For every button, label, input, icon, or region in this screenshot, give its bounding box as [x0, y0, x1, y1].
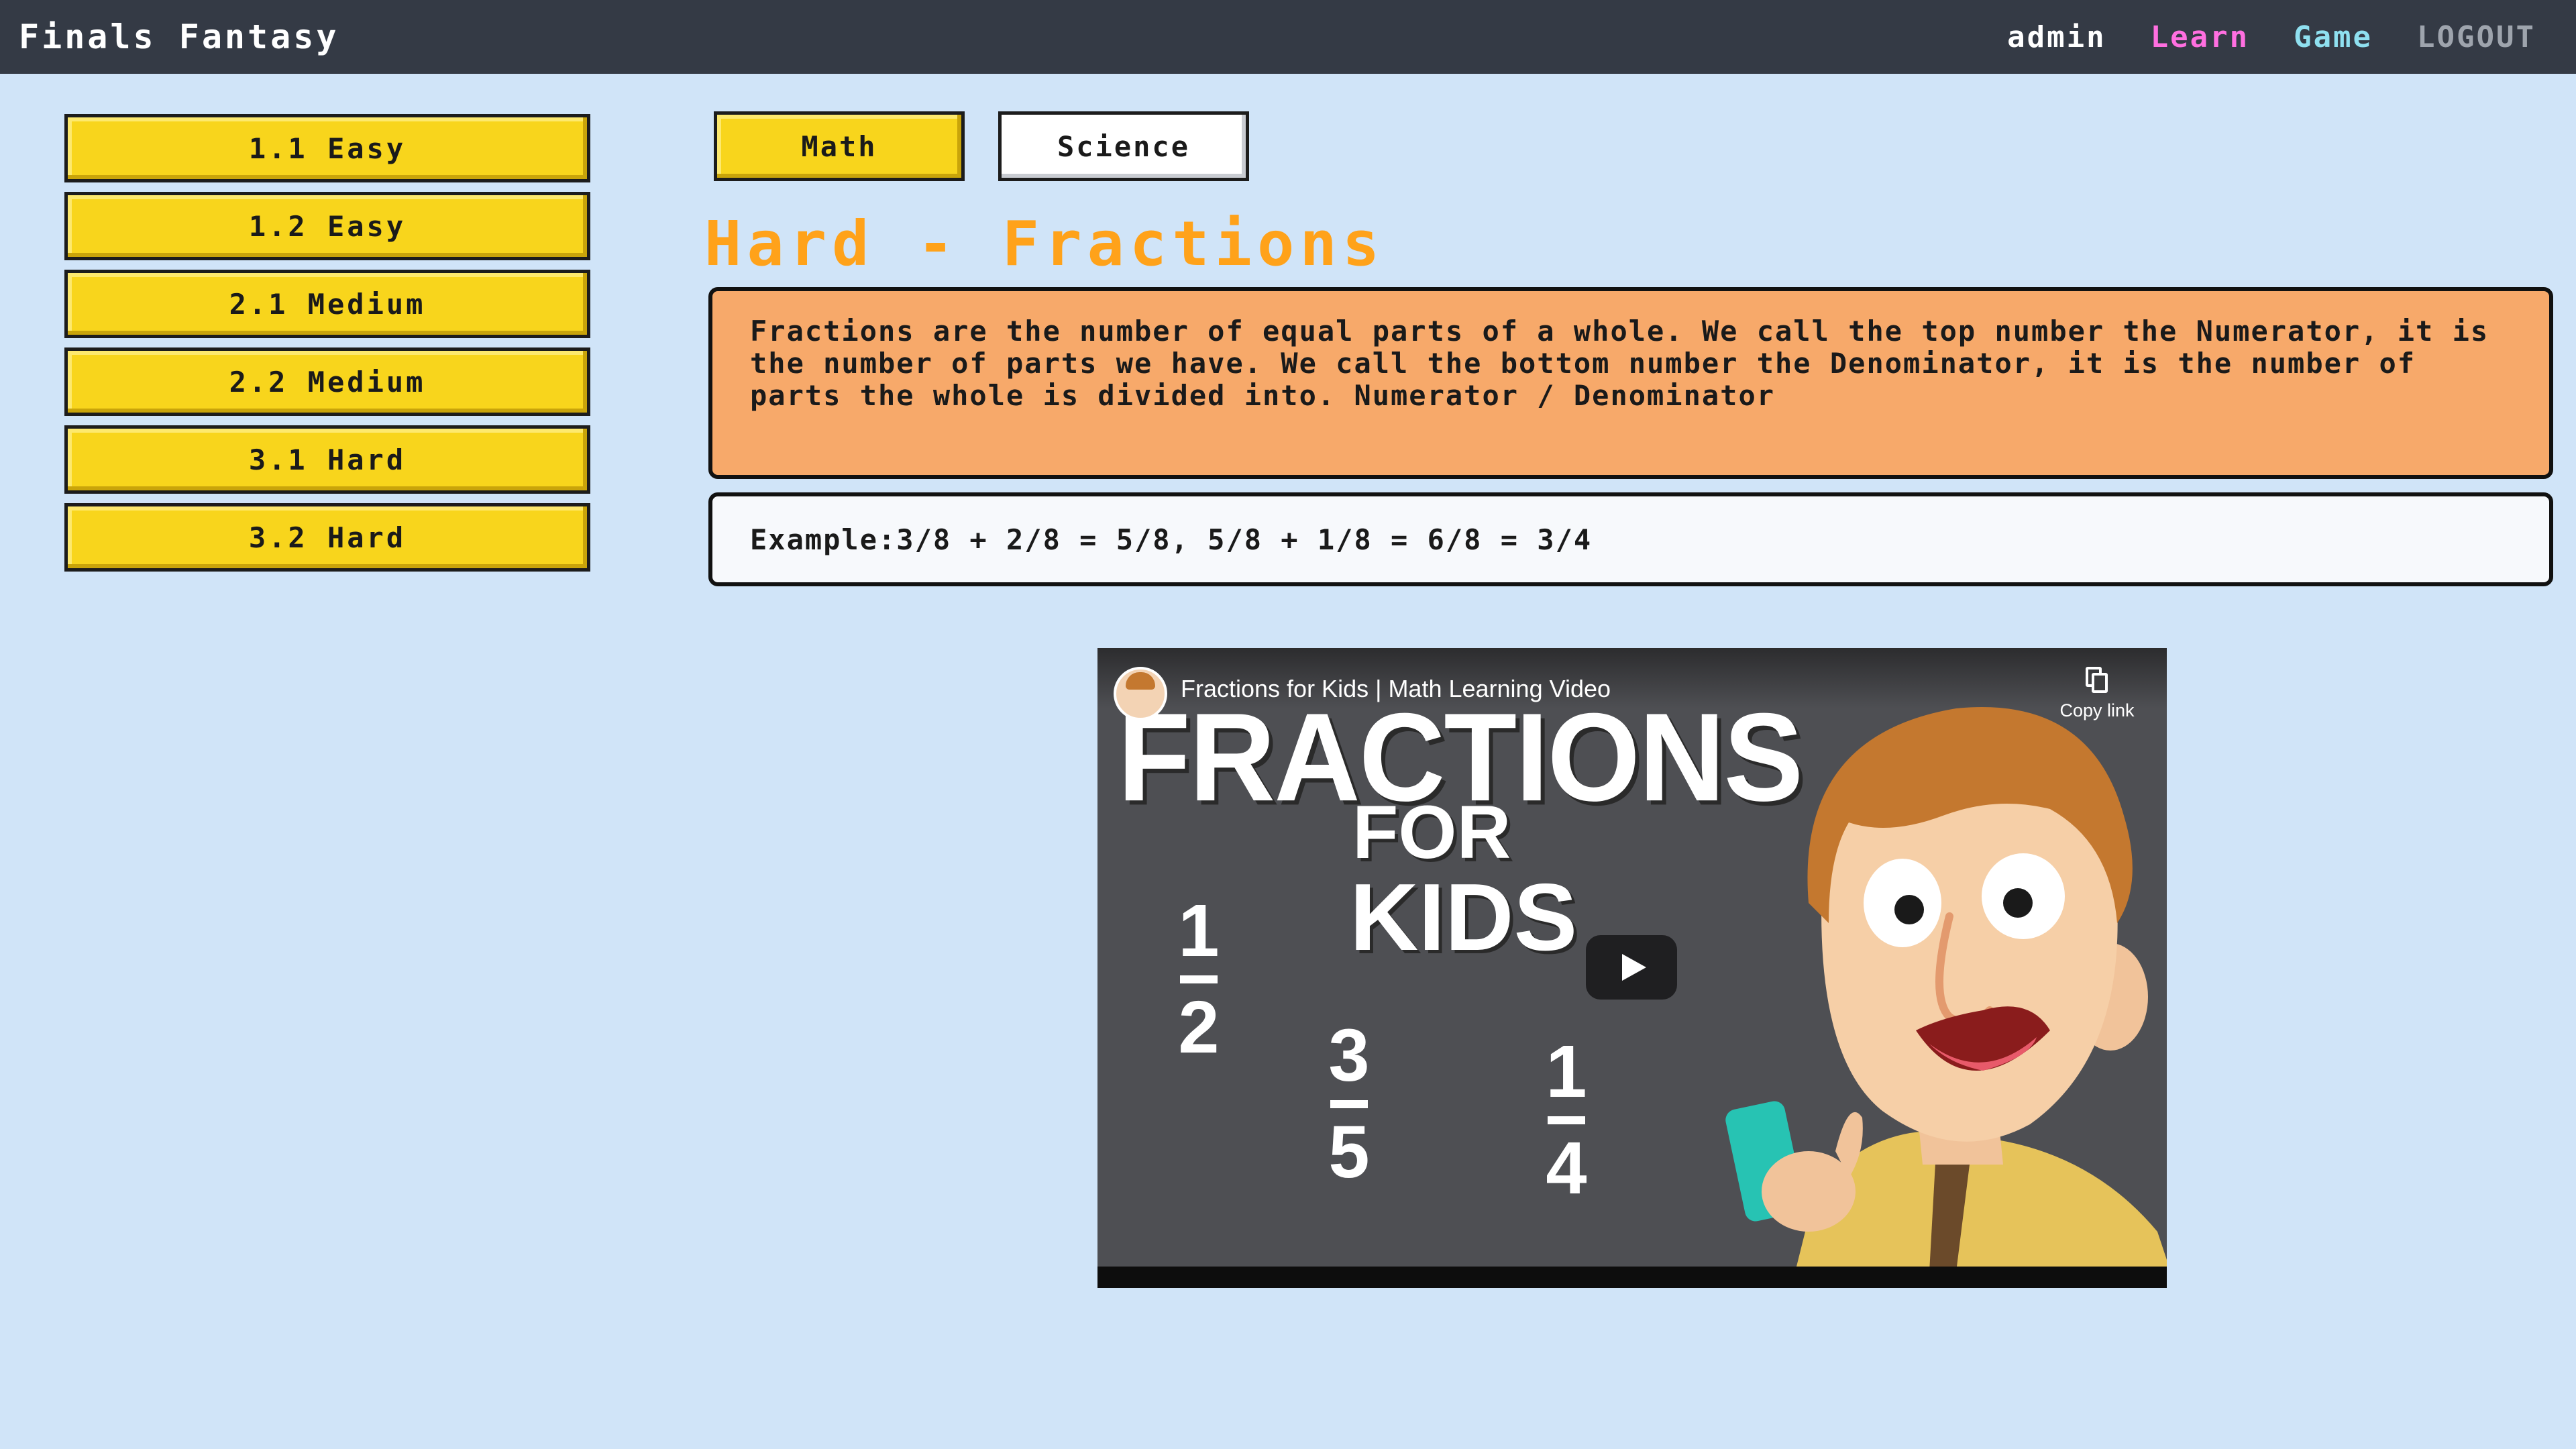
- thumbnail-word-kids: KIDS: [1350, 864, 1578, 971]
- level-sidebar: 1.1 Easy 1.2 Easy 2.1 Medium 2.2 Medium …: [64, 114, 590, 581]
- tab-math[interactable]: Math: [714, 111, 965, 181]
- copy-link-label: Copy link: [2059, 700, 2135, 720]
- thumbnail-fraction-one-half: 1 2: [1169, 890, 1229, 1069]
- fraction-bar: [1180, 975, 1218, 983]
- fraction-numerator: 1: [1546, 1030, 1587, 1113]
- video-player[interactable]: FRACTIONS FOR KIDS 1 2 3 5 1 4 Fractions…: [1097, 648, 2167, 1288]
- fraction-denominator: 5: [1328, 1111, 1370, 1193]
- level-button-3-1[interactable]: 3.1 Hard: [64, 425, 590, 494]
- subject-tabs: Math Science: [714, 111, 1249, 181]
- thumbnail-fraction-three-fifths: 3 5: [1319, 1014, 1379, 1193]
- fraction-denominator: 2: [1178, 986, 1220, 1069]
- nav-logout-link[interactable]: LOGOUT: [2417, 20, 2536, 54]
- fraction-bar: [1330, 1100, 1368, 1108]
- lesson-title: Hard - Fractions: [704, 208, 1385, 280]
- app-title[interactable]: Finals Fantasy: [19, 0, 339, 74]
- video-title[interactable]: Fractions for Kids | Math Learning Video: [1181, 675, 1611, 703]
- top-navbar: Finals Fantasy admin Learn Game LOGOUT: [0, 0, 2576, 74]
- channel-avatar-icon[interactable]: [1114, 667, 1167, 720]
- nav-game-link[interactable]: Game: [2294, 20, 2373, 54]
- fraction-bar: [1548, 1116, 1585, 1124]
- fraction-numerator: 3: [1328, 1014, 1370, 1097]
- lesson-description: Fractions are the number of equal parts …: [708, 287, 2553, 479]
- level-button-2-1[interactable]: 2.1 Medium: [64, 270, 590, 338]
- nav-links: admin Learn Game LOGOUT: [2007, 0, 2536, 74]
- fraction-numerator: 1: [1178, 890, 1220, 972]
- tab-science[interactable]: Science: [998, 111, 1249, 181]
- copy-link-button[interactable]: Copy link: [2057, 667, 2137, 721]
- video-play-button[interactable]: [1586, 935, 1677, 1000]
- cartoon-boy-illustration: [1725, 707, 2167, 1272]
- nav-learn-link[interactable]: Learn: [2151, 20, 2249, 54]
- fraction-denominator: 4: [1546, 1127, 1587, 1210]
- copy-icon: [2086, 667, 2108, 694]
- level-button-3-2[interactable]: 3.2 Hard: [64, 503, 590, 572]
- video-bottom-bar: [1097, 1267, 2167, 1288]
- level-button-2-2[interactable]: 2.2 Medium: [64, 347, 590, 416]
- level-button-1-1[interactable]: 1.1 Easy: [64, 114, 590, 182]
- level-button-1-2[interactable]: 1.2 Easy: [64, 192, 590, 260]
- thumbnail-fraction-one-quarter: 1 4: [1536, 1030, 1597, 1210]
- nav-username: admin: [2007, 19, 2106, 54]
- lesson-example: Example:3/8 + 2/8 = 5/8, 5/8 + 1/8 = 6/8…: [708, 492, 2553, 586]
